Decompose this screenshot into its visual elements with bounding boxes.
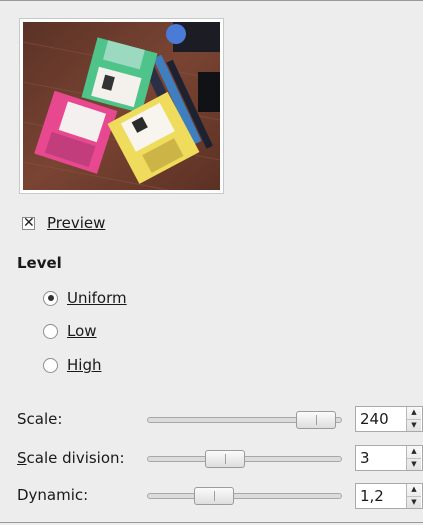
scale-slider[interactable] <box>147 411 342 429</box>
spin-up-icon[interactable]: ▲ <box>407 484 421 497</box>
top-divider <box>0 0 423 1</box>
preview-image-frame <box>19 18 224 194</box>
bottom-divider <box>0 522 423 523</box>
preview-checkbox[interactable]: ✕ <box>22 214 35 231</box>
radio-button-icon[interactable] <box>43 290 58 306</box>
scale-division-slider-handle[interactable] <box>205 450 245 468</box>
spin-down-icon[interactable]: ▼ <box>407 459 421 471</box>
dynamic-value-input[interactable] <box>356 484 406 508</box>
dynamic-label: Dynamic: <box>17 486 89 504</box>
radio-button-icon[interactable] <box>43 357 58 373</box>
radio-label-low: Low <box>67 322 97 340</box>
dynamic-slider-handle[interactable] <box>194 487 234 505</box>
scale-division-value-input[interactable] <box>356 446 406 470</box>
scale-slider-handle[interactable] <box>296 411 336 429</box>
level-heading: Level <box>17 254 62 272</box>
scale-value-input[interactable] <box>356 407 406 431</box>
spin-down-icon[interactable]: ▼ <box>407 497 421 509</box>
preview-toggle[interactable]: ✕ Preview <box>22 212 105 234</box>
dynamic-spinbutton[interactable]: ▲ ▼ <box>355 483 423 509</box>
scale-division-label: Scale division: <box>17 449 125 467</box>
preview-label: Preview <box>47 214 106 232</box>
scale-division-label-text: cale division: <box>26 449 125 467</box>
radio-high[interactable]: High <box>43 354 101 376</box>
spin-up-icon[interactable]: ▲ <box>407 407 421 420</box>
checkmark-icon: ✕ <box>23 214 35 231</box>
radio-label-high: High <box>67 356 102 374</box>
scale-spinbutton[interactable]: ▲ ▼ <box>355 406 423 432</box>
scale-label: Scale: <box>17 410 63 428</box>
radio-button-icon[interactable] <box>43 323 58 339</box>
preview-image <box>23 22 220 190</box>
dynamic-slider[interactable] <box>147 487 342 505</box>
radio-label-uniform: Uniform <box>67 289 127 307</box>
scale-division-slider[interactable] <box>147 450 342 468</box>
scale-division-spinbutton[interactable]: ▲ ▼ <box>355 445 423 471</box>
radio-uniform[interactable]: Uniform <box>43 287 127 309</box>
radio-low[interactable]: Low <box>43 320 97 342</box>
spin-down-icon[interactable]: ▼ <box>407 420 421 432</box>
spin-up-icon[interactable]: ▲ <box>407 446 421 459</box>
